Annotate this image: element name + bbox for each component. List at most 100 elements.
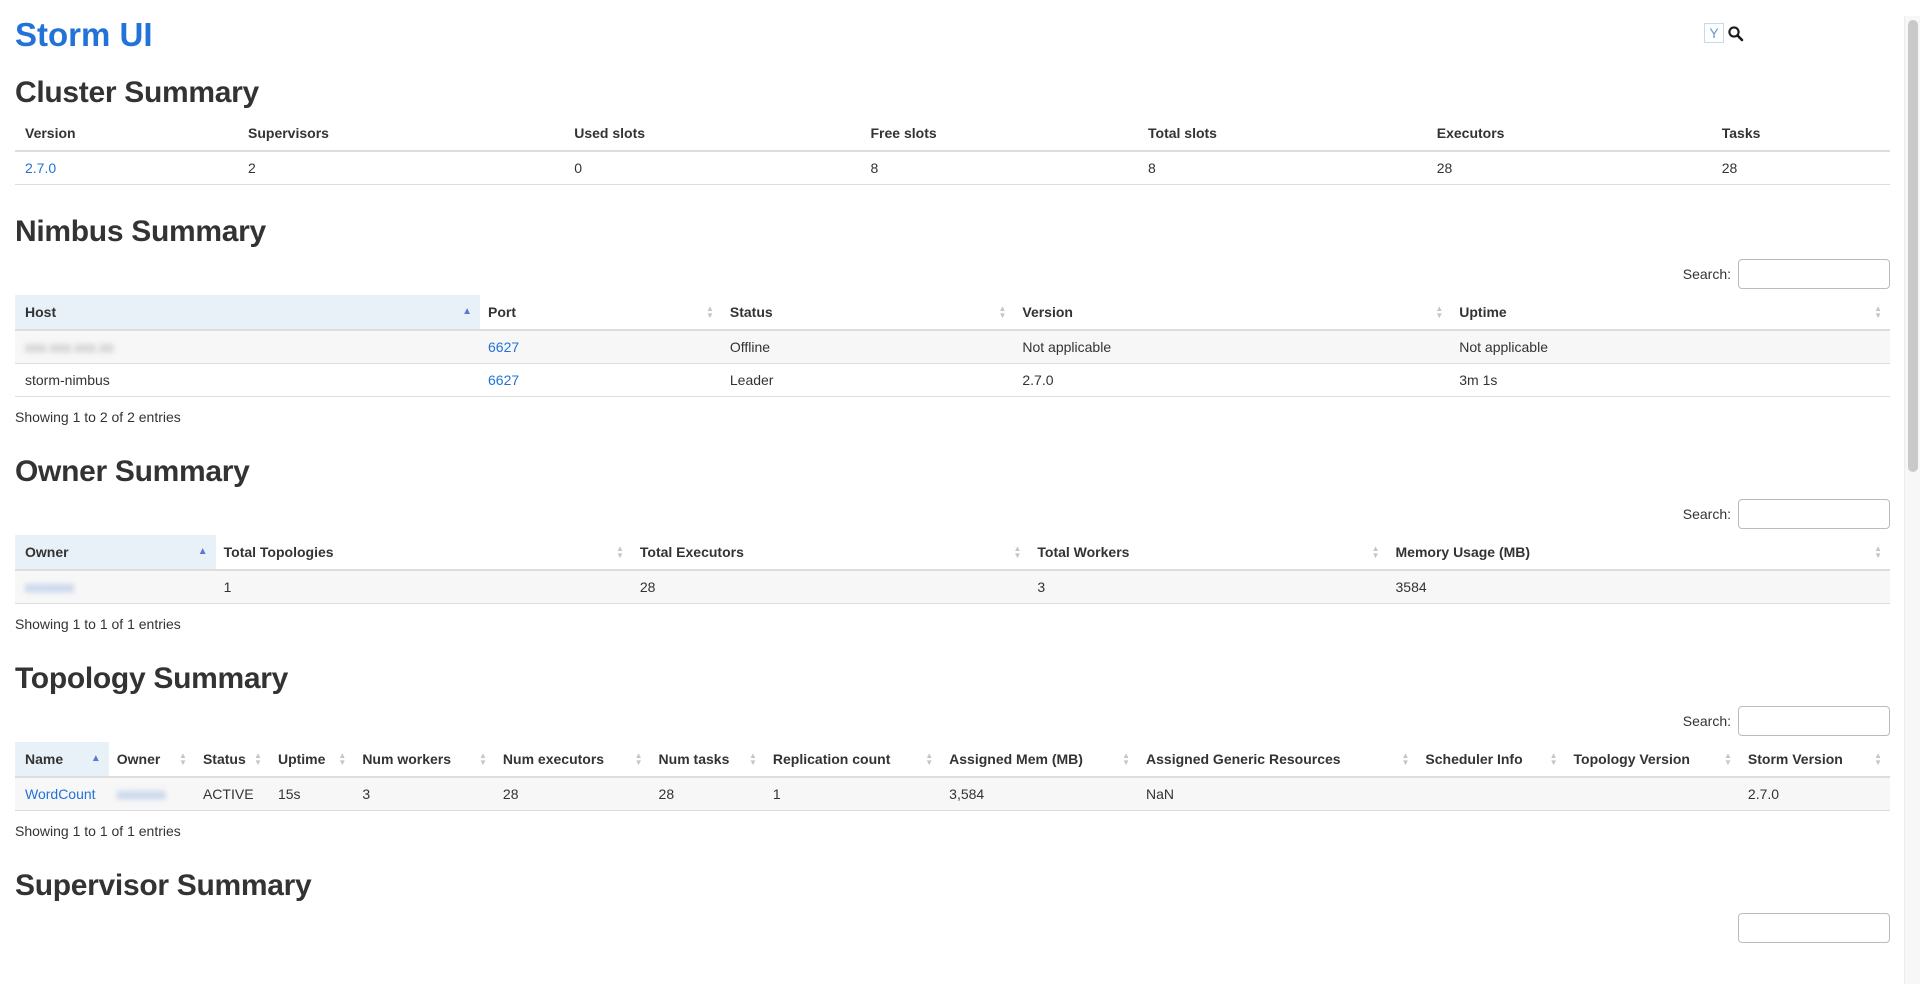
col-storm-version[interactable]: Storm Version ▲▼	[1740, 742, 1890, 777]
col-version: Version	[15, 116, 240, 151]
topology-version	[1566, 777, 1740, 811]
col-num-executors[interactable]: Num executors ▲▼	[495, 742, 651, 777]
table-header-row: Name ▲ Owner ▲▼ Status ▲▼ Uptime ▲▼ Num …	[15, 742, 1890, 777]
col-owner[interactable]: Owner ▲	[15, 535, 216, 570]
nimbus-status: Leader	[722, 364, 1015, 397]
nimbus-port-link[interactable]: 6627	[488, 339, 519, 355]
col-memory-usage[interactable]: Memory Usage (MB) ▲▼	[1388, 535, 1891, 570]
col-status[interactable]: Status ▲▼	[722, 295, 1015, 330]
storm-ui-home-link[interactable]: Storm UI	[15, 16, 153, 53]
col-num-workers[interactable]: Num workers ▲▼	[354, 742, 495, 777]
sort-icons: ▲▼	[635, 752, 643, 766]
col-total-executors[interactable]: Total Executors ▲▼	[632, 535, 1030, 570]
nimbus-version: 2.7.0	[1014, 364, 1451, 397]
topology-name-link[interactable]: WordCount	[25, 786, 96, 802]
supervisor-search-bar: Search:	[15, 913, 1890, 943]
col-name[interactable]: Name ▲	[15, 742, 109, 777]
col-total-slots: Total slots	[1140, 116, 1429, 151]
scrollbar-track[interactable]	[1904, 16, 1920, 984]
topology-summary-table: Name ▲ Owner ▲▼ Status ▲▼ Uptime ▲▼ Num …	[15, 742, 1890, 811]
nimbus-version: Not applicable	[1014, 330, 1451, 364]
col-free-slots: Free slots	[863, 116, 1141, 151]
redacted-owner-link[interactable]: xxxxxxx	[117, 786, 166, 802]
col-owner[interactable]: Owner ▲▼	[109, 742, 195, 777]
nimbus-summary-table: Host ▲ Port ▲▼ Status ▲▼ Version ▲▼ Upti…	[15, 295, 1890, 397]
sort-icons: ▲▼	[616, 545, 624, 559]
table-row: WordCount xxxxxxx ACTIVE 15s 3 28 28 1 3…	[15, 777, 1890, 811]
nimbus-port-link[interactable]: 6627	[488, 372, 519, 388]
col-supervisors: Supervisors	[240, 116, 566, 151]
sort-asc-icon: ▲	[462, 307, 472, 317]
col-total-topologies[interactable]: Total Topologies ▲▼	[216, 535, 632, 570]
search-label: Search:	[1683, 506, 1731, 522]
sort-icons: ▲▼	[1874, 752, 1882, 766]
topology-num-executors: 28	[495, 777, 651, 811]
cluster-summary-table: Version Supervisors Used slots Free slot…	[15, 116, 1890, 185]
owner-total-workers: 3	[1029, 570, 1387, 604]
col-replication-count[interactable]: Replication count ▲▼	[765, 742, 941, 777]
cluster-version-link[interactable]: 2.7.0	[25, 160, 56, 176]
topology-scheduler-info	[1417, 777, 1565, 811]
nimbus-search-input[interactable]	[1738, 259, 1890, 289]
col-assigned-mem[interactable]: Assigned Mem (MB) ▲▼	[941, 742, 1138, 777]
cluster-free-slots: 8	[863, 151, 1141, 185]
topology-num-tasks: 28	[651, 777, 765, 811]
col-topology-version[interactable]: Topology Version ▲▼	[1566, 742, 1740, 777]
owner-summary-table: Owner ▲ Total Topologies ▲▼ Total Execut…	[15, 535, 1890, 604]
topology-uptime: 15s	[270, 777, 354, 811]
sort-icons: ▲▼	[1013, 545, 1021, 559]
redacted-owner-link[interactable]: xxxxxxx	[25, 579, 74, 595]
table-row: storm-nimbus 6627 Leader 2.7.0 3m 1s	[15, 364, 1890, 397]
col-status[interactable]: Status ▲▼	[195, 742, 270, 777]
table-header-row: Host ▲ Port ▲▼ Status ▲▼ Version ▲▼ Upti…	[15, 295, 1890, 330]
sort-asc-icon: ▲	[91, 754, 101, 764]
col-uptime[interactable]: Uptime ▲▼	[1451, 295, 1890, 330]
col-used-slots: Used slots	[566, 116, 862, 151]
owner-total-executors: 28	[632, 570, 1030, 604]
sort-icons: ▲▼	[179, 752, 187, 766]
owner-memory-usage: 3584	[1388, 570, 1891, 604]
scrollbar-thumb[interactable]	[1908, 20, 1918, 472]
nimbus-uptime: 3m 1s	[1451, 364, 1890, 397]
sort-icons: ▲▼	[1122, 752, 1130, 766]
cluster-tasks: 28	[1714, 151, 1890, 185]
col-assigned-generic-resources[interactable]: Assigned Generic Resources ▲▼	[1138, 742, 1417, 777]
cluster-supervisors: 2	[240, 151, 566, 185]
topology-assigned-generic-resources: NaN	[1138, 777, 1417, 811]
sort-asc-icon: ▲	[198, 547, 208, 557]
nimbus-summary-heading: Nimbus Summary	[15, 215, 1890, 249]
topology-assigned-mem: 3,584	[941, 777, 1138, 811]
cluster-used-slots: 0	[566, 151, 862, 185]
nimbus-entries-info: Showing 1 to 2 of 2 entries	[15, 409, 1890, 425]
col-uptime[interactable]: Uptime ▲▼	[270, 742, 354, 777]
sort-icons: ▲▼	[479, 752, 487, 766]
supervisor-search-input[interactable]	[1738, 913, 1890, 943]
col-tasks: Tasks	[1714, 116, 1890, 151]
col-host[interactable]: Host ▲	[15, 295, 480, 330]
col-total-workers[interactable]: Total Workers ▲▼	[1029, 535, 1387, 570]
col-port[interactable]: Port ▲▼	[480, 295, 722, 330]
table-header-row: Owner ▲ Total Topologies ▲▼ Total Execut…	[15, 535, 1890, 570]
col-scheduler-info[interactable]: Scheduler Info ▲▼	[1417, 742, 1565, 777]
sort-icons: ▲▼	[998, 305, 1006, 319]
sort-icons: ▲▼	[1724, 752, 1732, 766]
col-executors: Executors	[1429, 116, 1714, 151]
app-title: Storm UI	[15, 16, 1890, 54]
topology-filter-icon[interactable]: Y	[1704, 23, 1724, 43]
col-version[interactable]: Version ▲▼	[1014, 295, 1451, 330]
topology-search-input[interactable]	[1738, 706, 1890, 736]
sort-icons: ▲▼	[1401, 752, 1409, 766]
sort-icons: ▲▼	[1372, 545, 1380, 559]
owner-summary-heading: Owner Summary	[15, 455, 1890, 489]
topology-summary-heading: Topology Summary	[15, 662, 1890, 696]
nimbus-status: Offline	[722, 330, 1015, 364]
search-icon[interactable]	[1727, 25, 1744, 42]
owner-search-input[interactable]	[1738, 499, 1890, 529]
search-label: Search:	[1683, 713, 1731, 729]
table-row: xxxxxxx 1 28 3 3584	[15, 570, 1890, 604]
redacted-host: xxx.xxx.xxx.xx	[25, 339, 114, 355]
topology-replication-count: 1	[765, 777, 941, 811]
col-num-tasks[interactable]: Num tasks ▲▼	[651, 742, 765, 777]
topology-storm-version: 2.7.0	[1740, 777, 1890, 811]
sort-icons: ▲▼	[1435, 305, 1443, 319]
